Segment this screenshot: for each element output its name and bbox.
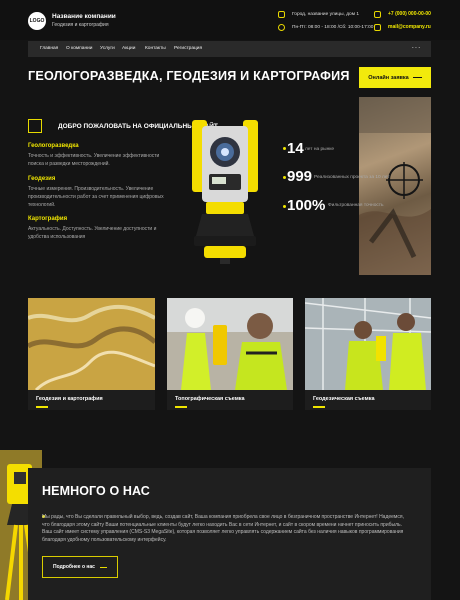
feature-title: Геологоразведка bbox=[28, 143, 79, 149]
main-navigation: Главная О компании Услуги Акции Контакты… bbox=[28, 41, 431, 57]
nav-item-about[interactable]: О компании bbox=[66, 46, 92, 51]
stat-bullet bbox=[283, 176, 286, 179]
clock-icon bbox=[278, 24, 285, 31]
company-name: Название компании bbox=[52, 13, 116, 20]
stat-bullet bbox=[283, 147, 286, 150]
nav-item-contacts[interactable]: Контакты bbox=[145, 46, 166, 51]
page-title: ГЕОЛОГОРАЗВЕДКА, ГЕОДЕЗИЯ И КАРТОГРАФИЯ bbox=[28, 69, 350, 83]
nav-item-services[interactable]: Услуги bbox=[100, 46, 115, 51]
mail-icon bbox=[374, 24, 381, 31]
stat-label: Фильтрованная точность bbox=[328, 203, 384, 208]
address-text: Город, название улицы, дом 1 bbox=[292, 12, 359, 17]
service-card-label: Геодезия и картография bbox=[36, 396, 103, 402]
phone-link[interactable]: +7 (000) 000-00-00 bbox=[388, 11, 431, 17]
instrument-image bbox=[182, 110, 268, 265]
nav-item-home[interactable]: Главная bbox=[40, 46, 58, 51]
arrow-line-icon bbox=[412, 77, 422, 78]
hours-text: Пн-Пт: 08:00 - 18:00 /Сб: 10:00-17:00 bbox=[292, 25, 374, 30]
phone-icon bbox=[374, 11, 381, 18]
arrow-line-icon bbox=[99, 566, 107, 568]
feature-title: Картография bbox=[28, 216, 68, 222]
stat-bullet bbox=[283, 205, 286, 208]
stat-value: 999 bbox=[287, 168, 313, 185]
about-title: НЕМНОГО О НАС bbox=[42, 484, 150, 498]
feature-title: Геодезия bbox=[28, 176, 56, 182]
company-subtitle: Геодезия и картография bbox=[52, 22, 109, 28]
total-station-art bbox=[192, 120, 258, 264]
more-about-button[interactable]: Подробнее о нас bbox=[42, 556, 118, 578]
stat-label: лет на рынке bbox=[305, 147, 335, 152]
feature-text: Точность и эффективность. Увеличение эфф… bbox=[28, 153, 160, 167]
surveyor-photo bbox=[359, 97, 431, 275]
feature-text: Актуальность. Доступность. Увеличение до… bbox=[28, 226, 157, 240]
online-request-button[interactable]: Онлайн заявка bbox=[359, 67, 431, 88]
nav-item-registration[interactable]: Регистрация bbox=[174, 46, 202, 51]
service-card-underline bbox=[36, 406, 48, 408]
map-icon bbox=[28, 119, 42, 133]
service-card-underline bbox=[175, 406, 187, 408]
email-link[interactable]: mail@company.ru bbox=[388, 24, 431, 30]
top-bar bbox=[0, 0, 460, 40]
online-request-label: Онлайн заявка bbox=[368, 74, 409, 81]
surveyor-photo-art bbox=[359, 97, 431, 275]
feature-text: Точные измерения. Производительность. Ув… bbox=[28, 186, 164, 208]
stat-label: Реализованных проекта за 10 лет bbox=[314, 175, 390, 180]
service-card-label: Геодезическая съемка bbox=[313, 396, 375, 402]
service-card[interactable]: Геодезия и картография bbox=[26, 298, 157, 410]
more-menu-icon[interactable]: ··· bbox=[412, 43, 422, 52]
service-card[interactable]: Топографическая съемка bbox=[167, 298, 293, 410]
service-card-label: Топографическая съемка bbox=[175, 396, 245, 402]
about-text: Мы рады, что Вы сделали правильный выбор… bbox=[42, 514, 404, 543]
terrain-image bbox=[26, 298, 157, 392]
stat-value: 100% bbox=[287, 197, 326, 214]
stat-value: 14 bbox=[287, 140, 304, 157]
nav-item-promotions[interactable]: Акции bbox=[122, 46, 135, 51]
geodetic-survey-image bbox=[304, 298, 432, 390]
service-card-underline bbox=[313, 406, 325, 408]
location-icon bbox=[278, 11, 285, 18]
company-logo[interactable]: LOGO bbox=[28, 12, 46, 30]
service-card[interactable]: Геодезическая съемка bbox=[304, 298, 432, 410]
more-about-label: Подробнее о нас bbox=[53, 564, 95, 570]
topographic-survey-image bbox=[167, 298, 293, 390]
